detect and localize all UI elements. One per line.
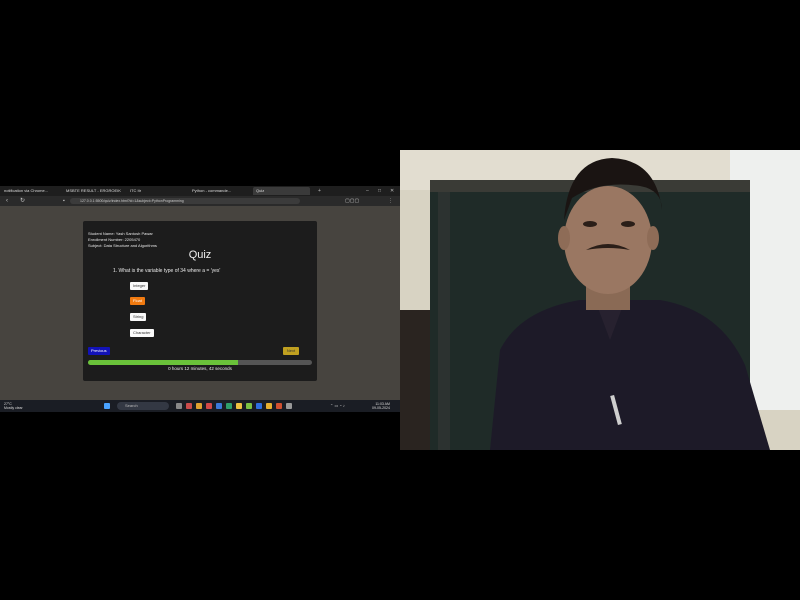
enrollment-number: Enrollment Number: 2205470 bbox=[88, 237, 141, 242]
student-name: Student Name: Yash Santosh Pawar bbox=[88, 231, 153, 236]
webcam-image bbox=[400, 150, 800, 450]
vscode-icon[interactable] bbox=[256, 403, 262, 409]
menu-icon[interactable]: ⋮ bbox=[388, 197, 393, 205]
app-icon[interactable] bbox=[226, 403, 232, 409]
clock-date: 09-05-2024 bbox=[372, 406, 390, 410]
chrome-icon[interactable] bbox=[236, 403, 242, 409]
maximize-icon[interactable]: □ bbox=[378, 187, 381, 195]
system-tray-icons[interactable]: ⌃ ▭ ◔ ♪ bbox=[330, 403, 360, 409]
option-integer[interactable]: Integer bbox=[130, 282, 149, 290]
app-icon[interactable] bbox=[206, 403, 212, 409]
windows-taskbar: 27°C Mostly clear Search ⌃ ▭ ◔ ♪ 11:03 A… bbox=[0, 400, 400, 412]
minimize-icon[interactable]: – bbox=[366, 187, 369, 195]
webcam-feed bbox=[400, 150, 800, 450]
file-explorer-icon[interactable] bbox=[196, 403, 202, 409]
browser-tab[interactable]: Python - commande... bbox=[192, 187, 250, 195]
app-icon[interactable] bbox=[186, 403, 192, 409]
bookmark-icon[interactable]: ▪ bbox=[63, 197, 65, 205]
option-float-selected[interactable]: Float bbox=[130, 297, 145, 305]
quiz-card: Student Name: Yash Santosh Pawar Enrollm… bbox=[83, 221, 317, 381]
browser-tab[interactable]: notification via Chrome... bbox=[4, 187, 62, 195]
app-icon[interactable] bbox=[276, 403, 282, 409]
new-tab-icon[interactable]: + bbox=[318, 187, 321, 195]
reload-icon[interactable]: ↻ bbox=[20, 197, 25, 205]
edge-icon[interactable] bbox=[216, 403, 222, 409]
app-icon[interactable] bbox=[286, 403, 292, 409]
start-icon[interactable] bbox=[104, 403, 110, 409]
weather-widget[interactable]: 27°C Mostly clear bbox=[4, 402, 23, 410]
option-character[interactable]: Character bbox=[130, 329, 154, 337]
browser-tab-bar: notification via Chrome... MSBTE RESULT … bbox=[0, 186, 400, 196]
previous-button[interactable]: Previous bbox=[88, 347, 110, 355]
back-icon[interactable]: ‹ bbox=[6, 197, 8, 205]
subject: Subject: Data Structure and Algorithms bbox=[88, 243, 157, 248]
progress-bar bbox=[88, 360, 312, 365]
browser-tab[interactable]: MSBTE RESULT - ERGROEIK bbox=[66, 187, 124, 195]
question-text: 1. What is the variable type of 34 where… bbox=[113, 268, 221, 274]
app-icon[interactable] bbox=[266, 403, 272, 409]
timer-text: 0 hours 12 minutes, 42 seconds bbox=[168, 366, 232, 371]
taskbar-search[interactable]: Search bbox=[117, 402, 169, 410]
weather-desc: Mostly clear bbox=[4, 406, 23, 410]
browser-address-bar: ‹ ↻ ▪ 127.0.0.1:5500/quiz/index.html?id=… bbox=[0, 196, 400, 206]
extensions-icon[interactable]: ▢▢▢ bbox=[345, 197, 359, 205]
option-string[interactable]: String bbox=[130, 313, 147, 321]
app-icon[interactable] bbox=[246, 403, 252, 409]
next-button[interactable]: Next bbox=[283, 347, 299, 355]
taskbar-clock[interactable]: 11:03 AM 09-05-2024 bbox=[372, 402, 390, 410]
task-view-icon[interactable] bbox=[176, 403, 182, 409]
url-field[interactable]: 127.0.0.1:5500/quiz/index.html?id=1&subj… bbox=[70, 198, 300, 204]
page-viewport: Student Name: Yash Santosh Pawar Enrollm… bbox=[0, 206, 400, 400]
quiz-title: Quiz bbox=[188, 249, 212, 261]
shared-screen: notification via Chrome... MSBTE RESULT … bbox=[0, 186, 400, 412]
browser-tab-active[interactable]: Quiz bbox=[253, 187, 310, 195]
close-icon[interactable]: ✕ bbox=[390, 187, 394, 195]
progress-fill bbox=[88, 360, 239, 365]
browser-tab[interactable]: ITC Itr bbox=[130, 187, 170, 195]
